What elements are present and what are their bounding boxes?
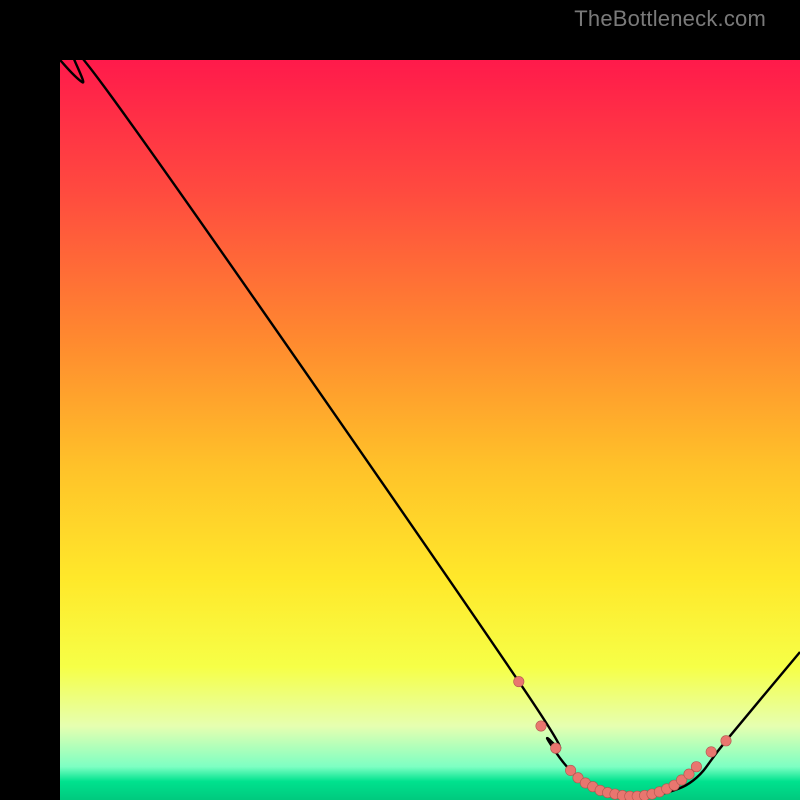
marker-dot — [551, 743, 561, 753]
marker-dot — [514, 676, 524, 686]
bottleneck-chart — [60, 60, 800, 800]
marker-dot — [706, 747, 716, 757]
chart-frame — [30, 30, 770, 770]
marker-dot — [691, 762, 701, 772]
marker-dot — [721, 736, 731, 746]
watermark-label: TheBottleneck.com — [574, 6, 766, 32]
gradient-background — [60, 60, 800, 800]
marker-dot — [536, 721, 546, 731]
